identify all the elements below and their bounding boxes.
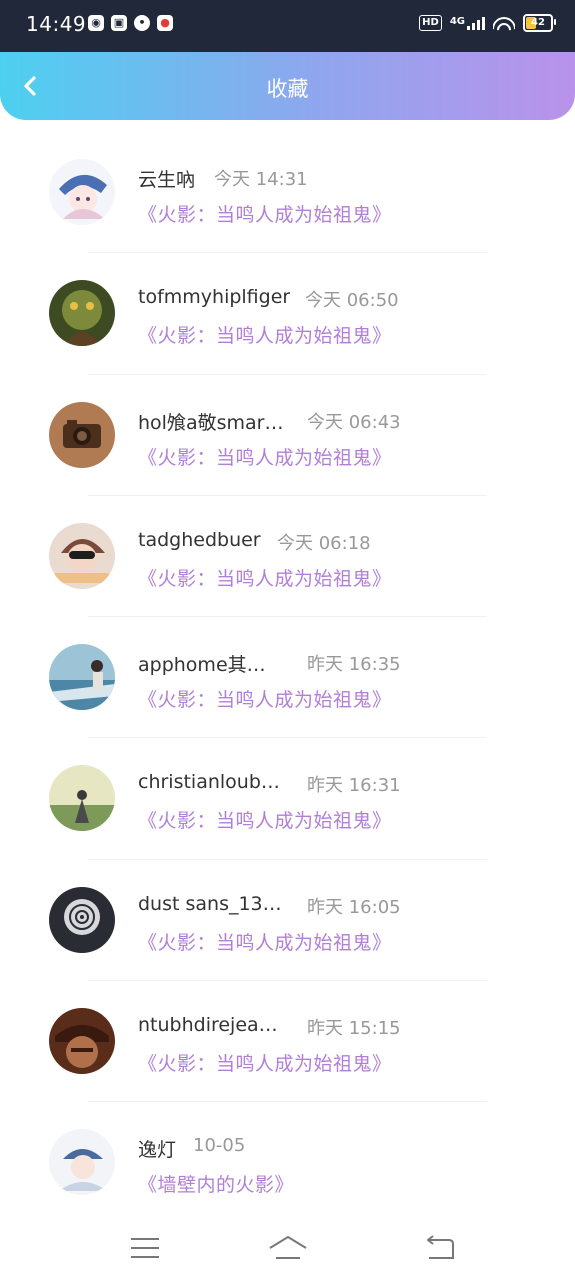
avatar[interactable]	[49, 765, 115, 832]
favorite-time: 今天 06:43	[307, 411, 401, 433]
hd-icon: HD	[419, 15, 442, 31]
battery-level: 42	[531, 17, 545, 28]
favorite-time: 昨天 16:31	[307, 775, 401, 797]
favorite-time: 10-05	[193, 1135, 246, 1156]
user-name: ntubhdirejea…	[138, 1013, 278, 1036]
novel-title[interactable]: 《火影：当鸣人成为始祖鬼》	[138, 928, 392, 955]
status-time: 14:49	[26, 12, 87, 36]
novel-title[interactable]: 《墙壁内的火影》	[138, 1170, 294, 1197]
novel-title[interactable]: 《火影：当鸣人成为始祖鬼》	[138, 806, 392, 833]
avatar[interactable]	[49, 1129, 115, 1195]
avatar[interactable]	[49, 1007, 115, 1074]
user-name: tadghedbuer	[138, 528, 261, 551]
menu-button[interactable]	[127, 1234, 163, 1262]
status-notification-icons: ◉ ▣ • ●	[88, 15, 173, 31]
favorite-item[interactable]: tadghedbuer 今天 06:18 《火影：当鸣人成为始祖鬼》	[0, 496, 575, 617]
user-name: apphome其…	[138, 654, 266, 676]
header-bar: 收藏	[0, 52, 575, 120]
favorite-item[interactable]: 逸灯 10-05 《墙壁内的火影》	[0, 1102, 575, 1224]
network-type: 4G	[449, 16, 465, 27]
favorite-time: 昨天 15:15	[307, 1017, 401, 1039]
favorite-item[interactable]: christianloub… 昨天 16:31 《火影：当鸣人成为始祖鬼》	[0, 738, 575, 860]
home-icon	[269, 1236, 307, 1259]
favorite-item[interactable]: tofmmyhiplfiger 今天 06:50 《火影：当鸣人成为始祖鬼》	[0, 253, 575, 375]
favorite-time: 今天 06:50	[305, 290, 399, 312]
user-name: 逸灯	[138, 1139, 177, 1161]
avatar[interactable]	[49, 159, 115, 225]
favorite-item[interactable]: hol飧a敬smar… 今天 06:43 《火影：当鸣人成为始祖鬼》	[0, 375, 575, 496]
user-name: 云生吶	[138, 169, 196, 191]
user-name: hol飧a敬smar…	[138, 411, 284, 434]
favorite-item[interactable]: 云生吶 今天 14:31 《火影：当鸣人成为始祖鬼》	[0, 132, 575, 254]
favorite-time: 昨天 16:05	[307, 896, 401, 918]
favorite-time: 今天 14:31	[214, 169, 308, 190]
avatar[interactable]	[49, 644, 115, 710]
wifi-icon	[493, 15, 515, 31]
user-name: christianloub…	[138, 771, 280, 794]
battery-icon: 42	[523, 14, 556, 32]
app-notification-icon: ▣	[111, 15, 127, 31]
favorites-list: 云生吶 今天 14:31 《火影：当鸣人成为始祖鬼》 tofmmyhiplfig…	[0, 132, 575, 1224]
back-nav-button[interactable]	[421, 1234, 457, 1262]
novel-title[interactable]: 《火影：当鸣人成为始祖鬼》	[138, 200, 392, 227]
avatar[interactable]	[49, 401, 115, 468]
map-pin-icon: ●	[157, 15, 173, 31]
user-name: dust sans_13…	[138, 892, 282, 915]
novel-title[interactable]: 《火影：当鸣人成为始祖鬼》	[138, 564, 392, 591]
message-icon: •	[134, 15, 150, 31]
favorite-time: 昨天 16:35	[307, 654, 401, 675]
avatar[interactable]	[49, 280, 115, 347]
back-icon	[427, 1235, 454, 1259]
signal-icon: 4G	[450, 16, 485, 30]
page-title: 收藏	[266, 77, 309, 101]
favorite-item[interactable]: apphome其… 昨天 16:35 《火影：当鸣人成为始祖鬼》	[0, 617, 575, 739]
favorite-item[interactable]: dust sans_13… 昨天 16:05 《火影：当鸣人成为始祖鬼》	[0, 860, 575, 981]
avatar[interactable]	[49, 522, 115, 589]
novel-title[interactable]: 《火影：当鸣人成为始祖鬼》	[138, 443, 392, 470]
bilibili-icon: ◉	[88, 15, 104, 31]
home-button[interactable]	[268, 1234, 308, 1262]
menu-icon	[131, 1238, 159, 1258]
user-name: tofmmyhiplfiger	[138, 286, 291, 309]
novel-title[interactable]: 《火影：当鸣人成为始祖鬼》	[138, 1049, 392, 1076]
avatar[interactable]	[49, 886, 115, 953]
system-nav-bar	[0, 1214, 575, 1280]
status-bar: 14:49 ◉ ▣ • ● HD 4G 42	[0, 0, 575, 52]
favorite-time: 今天 06:18	[277, 532, 371, 554]
novel-title[interactable]: 《火影：当鸣人成为始祖鬼》	[138, 321, 392, 348]
favorite-item[interactable]: ntubhdirejea… 昨天 15:15 《火影：当鸣人成为始祖鬼》	[0, 981, 575, 1102]
novel-title[interactable]: 《火影：当鸣人成为始祖鬼》	[138, 685, 392, 712]
